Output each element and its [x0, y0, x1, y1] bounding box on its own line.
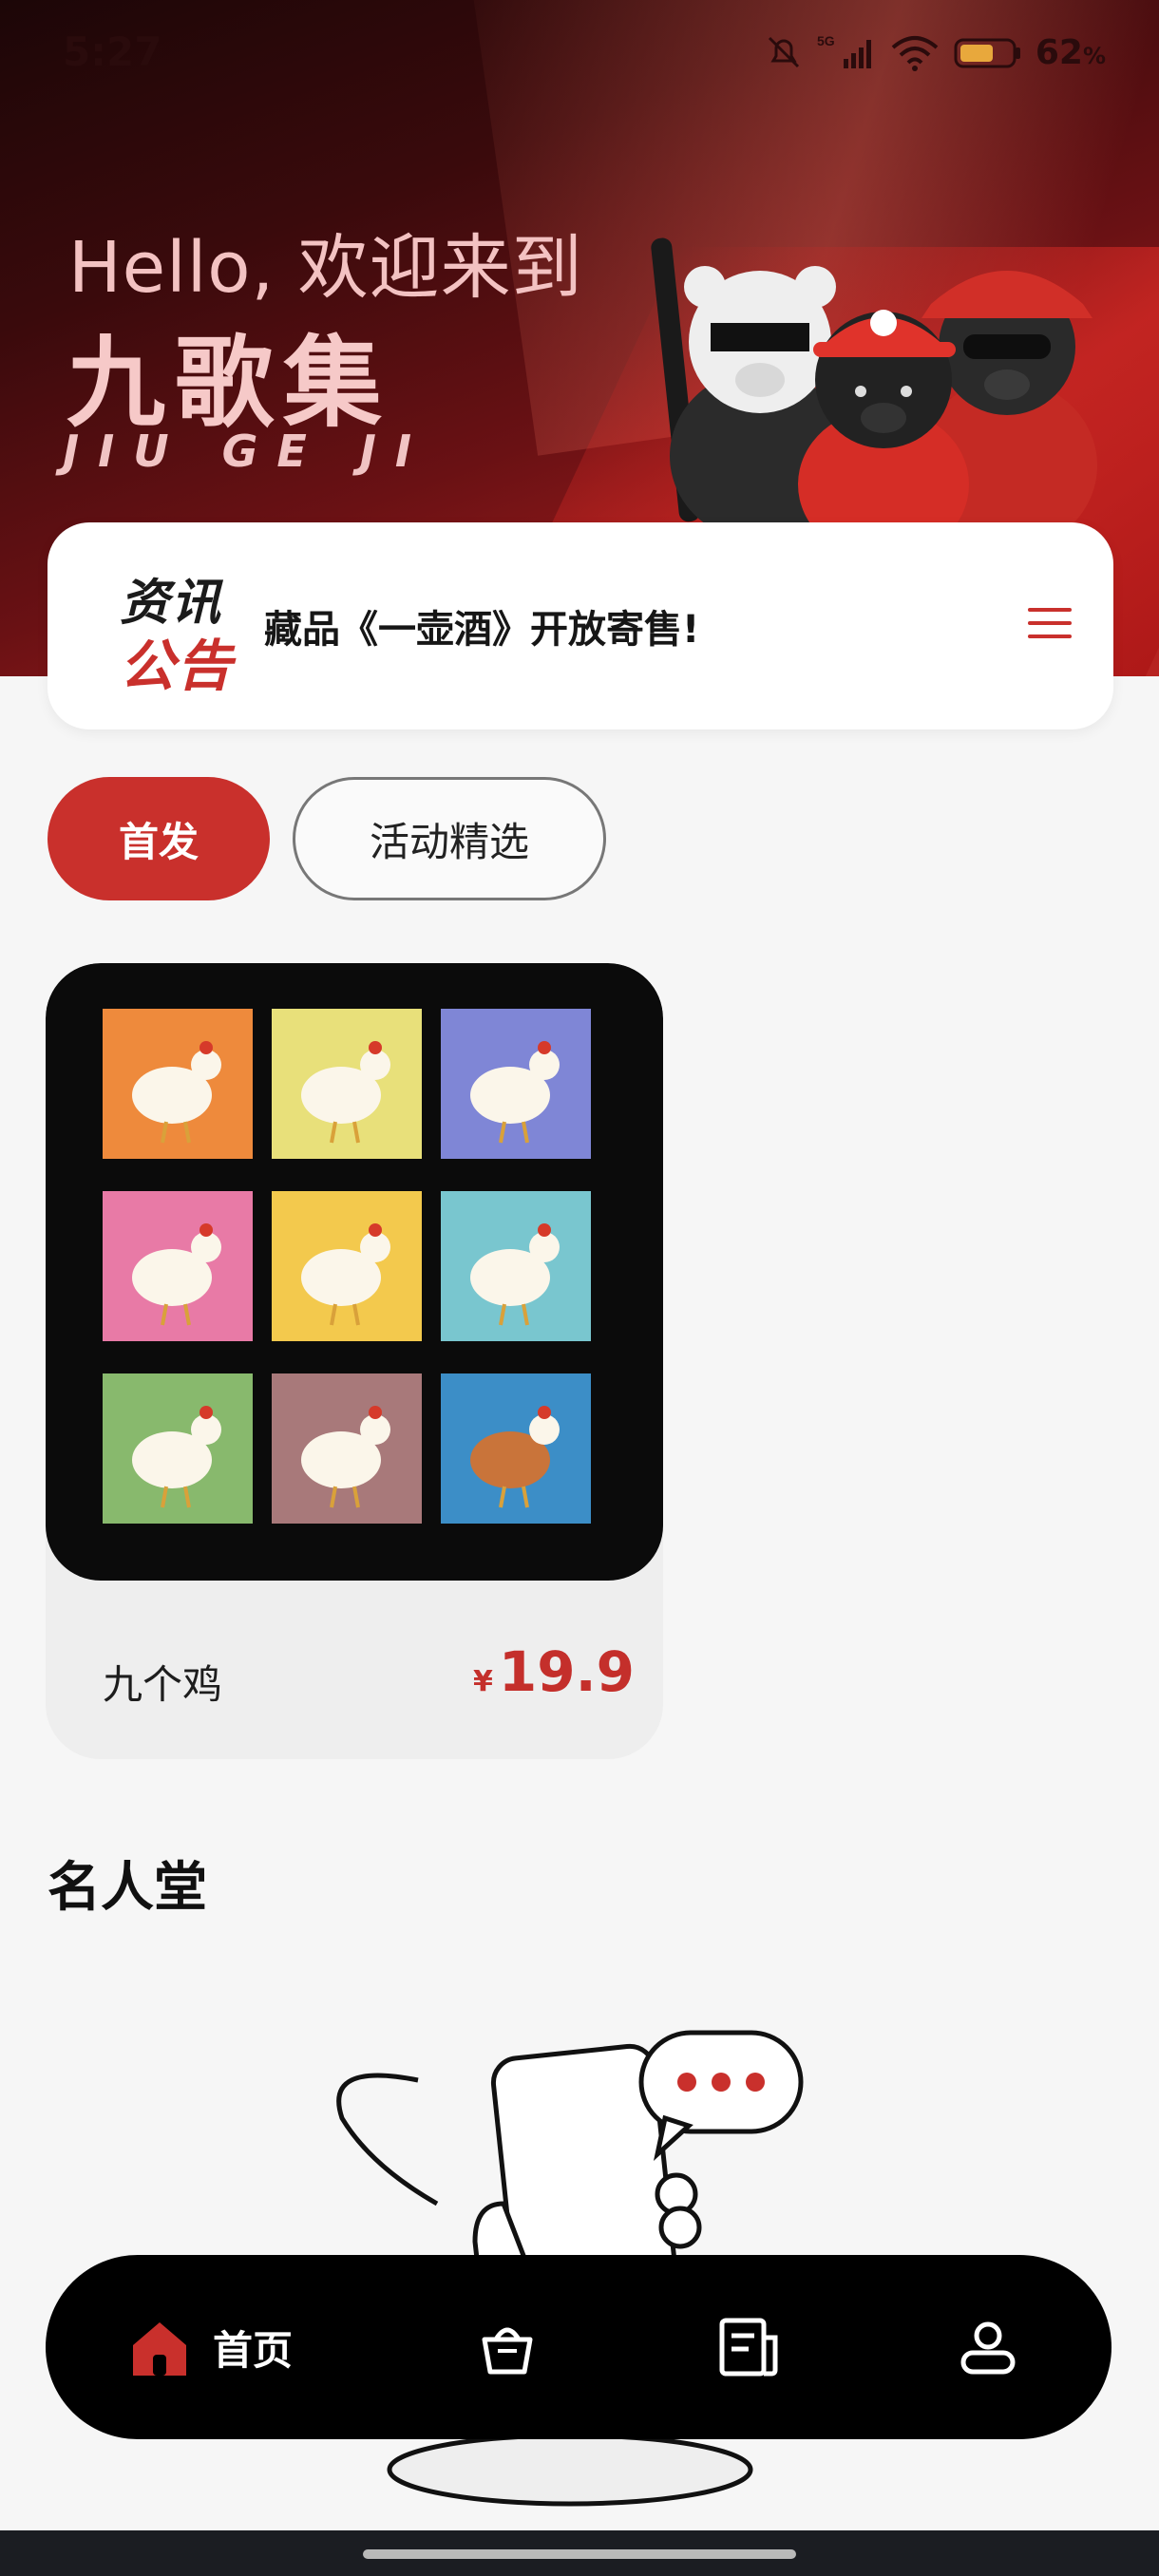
bottom-navigation: 首页 — [46, 2255, 1112, 2439]
wifi-icon — [891, 36, 939, 71]
chicken-tile — [272, 1373, 422, 1524]
product-name: 九个鸡 — [103, 1661, 223, 1708]
nav-home-label: 首页 — [213, 2326, 294, 2374]
status-bar: 5:27 5G 62% — [0, 0, 1159, 106]
chicken-tile — [272, 1009, 422, 1159]
product-price: ¥ 19.9 — [473, 1639, 635, 1704]
shopping-bag-icon — [482, 2327, 533, 2375]
battery-percent: 62% — [1035, 32, 1106, 72]
announcement-logo: 资讯 公告 — [110, 562, 253, 698]
product-card[interactable]: 九个鸡 ¥ 19.9 — [46, 963, 663, 1759]
chicken-tile — [441, 1191, 591, 1341]
hero-brand-pinyin: JIU GE JI — [63, 426, 431, 477]
chicken-tile — [272, 1191, 422, 1341]
chicken-tile — [441, 1373, 591, 1524]
nav-profile[interactable] — [958, 2255, 1018, 2439]
menu-icon[interactable] — [1028, 608, 1072, 646]
battery-icon — [954, 38, 1020, 68]
announcement-text[interactable]: 藏品《一壶酒》开放寄售! — [264, 598, 699, 653]
home-indicator[interactable] — [363, 2549, 796, 2559]
nav-shop[interactable] — [477, 2255, 538, 2439]
chicken-tile — [441, 1009, 591, 1159]
hero-brand-title: 九歌集 — [66, 325, 392, 441]
chicken-tile — [103, 1373, 253, 1524]
bear-figures-illustration — [651, 237, 1097, 532]
product-image — [46, 963, 663, 1581]
status-indicators: 5G 62% — [764, 32, 1106, 72]
mute-bell-icon — [768, 36, 799, 68]
status-time: 5:27 — [63, 28, 162, 75]
cellular-signal-icon: 5G — [817, 33, 871, 68]
news-icon — [719, 2318, 778, 2377]
nav-news[interactable] — [716, 2255, 781, 2439]
hall-of-fame-title: 名人堂 — [48, 1857, 207, 1919]
chicken-tile — [103, 1191, 253, 1341]
price-value: 19.9 — [498, 1639, 635, 1704]
chicken-tile — [103, 1009, 253, 1159]
nav-home[interactable]: 首页 — [127, 2255, 293, 2439]
price-currency: ¥ — [473, 1665, 493, 1698]
chicken-grid-artwork — [103, 1009, 591, 1524]
profile-icon — [960, 2321, 1016, 2375]
system-home-bar — [0, 2530, 1159, 2576]
network-type-label: 5G — [817, 33, 835, 48]
tab-featured-events[interactable]: 活动精选 — [293, 777, 606, 900]
home-icon — [133, 2322, 186, 2376]
tab-first-release[interactable]: 首发 — [48, 777, 270, 900]
announcement-logo-bottom: 公告 — [120, 634, 235, 698]
announcement-card[interactable]: 资讯 公告 藏品《一壶酒》开放寄售! — [48, 522, 1113, 729]
hero-greeting: Hello, 欢迎来到 — [68, 227, 583, 309]
